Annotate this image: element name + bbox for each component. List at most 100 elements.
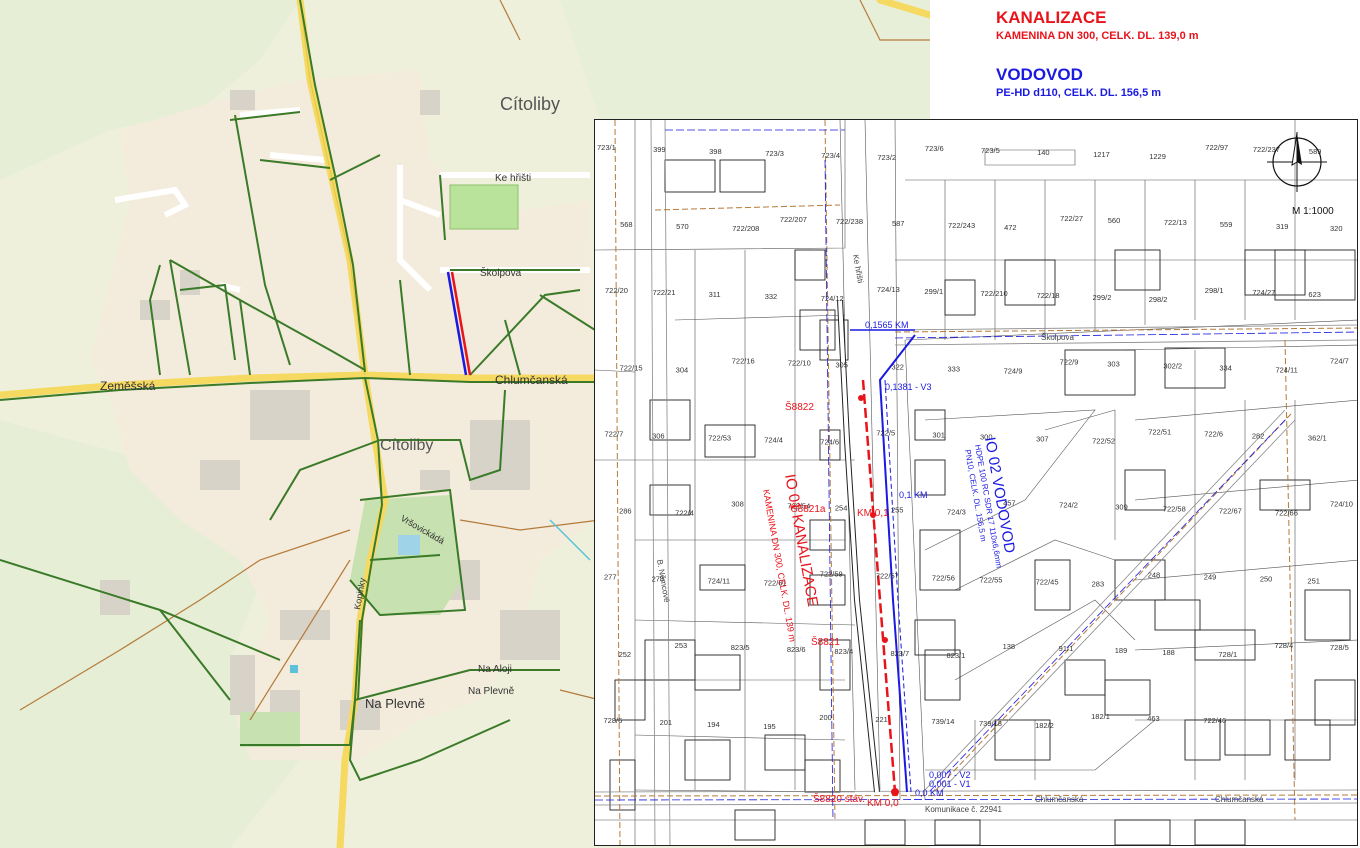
parcel-number: 722/10 xyxy=(788,358,811,367)
parcel-number: 723/1 xyxy=(597,143,616,152)
parcel-number: 334 xyxy=(1219,363,1232,372)
street-label: Na Aloji xyxy=(478,664,512,675)
parcel-number: 322 xyxy=(891,362,904,371)
parcel-number: 463 xyxy=(1147,714,1160,723)
parcel-number: 722/27 xyxy=(1060,214,1083,223)
parcel-number: 823/4 xyxy=(834,647,853,656)
parcel-number: 724/11 xyxy=(708,577,730,586)
street-label: Na Plevně xyxy=(468,686,515,697)
street-label: Zeměšská xyxy=(100,379,156,393)
parcel-number: 723/5 xyxy=(981,146,1000,155)
parcel-number: 724/4 xyxy=(764,435,783,444)
parcel-number: 299/2 xyxy=(1093,293,1112,302)
town-label-center: Cítoliby xyxy=(380,437,433,454)
parcel-number: 722/7 xyxy=(605,429,624,438)
parcel-number: 570 xyxy=(676,222,689,231)
parcel-number: 138 xyxy=(1003,642,1016,651)
parcel-number: 722/210 xyxy=(981,289,1008,298)
water-point-label: 0,1381 - V3 xyxy=(885,382,932,392)
parcel-number: 301 xyxy=(932,430,945,439)
parcel-number: 195 xyxy=(763,722,776,731)
sewer-point-label: Š8820 stáv. xyxy=(813,792,865,805)
sewer-legend-spec: KAMENINA DN 300, CELK. DL. 139,0 m xyxy=(996,30,1199,42)
parcel-number: 308 xyxy=(731,500,744,509)
parcel-number: 311 xyxy=(709,290,721,299)
parcel-number: 722/51 xyxy=(1148,427,1171,436)
parcel-number: 723/2 xyxy=(877,153,896,162)
parcel-number: 739/18 xyxy=(979,719,1002,728)
parcel-number: 724/11 xyxy=(1275,365,1297,374)
parcel-number: 823/1 xyxy=(947,651,966,660)
parcel-number: 724/3 xyxy=(947,508,966,517)
parcel-number: 723/6 xyxy=(925,144,944,153)
parcel-number: 1217 xyxy=(1093,150,1110,159)
parcel-number: 722/6 xyxy=(1204,429,1223,438)
parcel-number: 587 xyxy=(892,219,905,228)
street-label: Na Plevně xyxy=(365,696,425,711)
detail-map[interactable]: 723/1 399 398 723/3 723/4 723/2 723/6 723/5 140 1… xyxy=(594,119,1358,846)
street-label: Chlumčanská xyxy=(1215,795,1264,804)
parcel-number: 823/7 xyxy=(890,649,909,658)
parcel-number: 140 xyxy=(1037,148,1050,157)
parcel-number: 722/97 xyxy=(1205,143,1228,152)
parcel-number: 251 xyxy=(1307,577,1320,586)
parcel-number: 254 xyxy=(835,504,848,513)
parcel-number: 1229 xyxy=(1149,152,1166,161)
water-legend-spec: PE-HD d110, CELK. DL. 156,5 m xyxy=(996,87,1162,99)
sewer-point-label: KM 0,1 xyxy=(857,508,889,519)
parcel-number: 194 xyxy=(707,720,720,729)
parcel-number: 722/13 xyxy=(1164,218,1187,227)
parcel-number: 182/2 xyxy=(1035,721,1054,730)
parcel-number: 282 xyxy=(1252,431,1265,440)
parcel-number: 189 xyxy=(1115,646,1128,655)
parcel-number: 283 xyxy=(1092,580,1105,589)
parcel-number: 319 xyxy=(1276,222,1289,231)
parcel-number: 728/1 xyxy=(1218,650,1237,659)
parcel-number: 201 xyxy=(660,718,673,727)
parcel-number: 722/243 xyxy=(948,221,975,230)
parcel-number: 298/2 xyxy=(1149,295,1168,304)
parcel-number: 722/45 xyxy=(1036,578,1059,587)
parcel-number: 307 xyxy=(1036,434,1049,443)
parcel-number: 724/6 xyxy=(820,437,839,446)
parcel-number: 722/59 xyxy=(820,570,843,579)
parcel-number: 252 xyxy=(619,650,632,659)
parcel-number: 728/4 xyxy=(1274,641,1293,650)
parcel-number: 724/27 xyxy=(1252,288,1275,297)
parcel-number: 722/208 xyxy=(732,224,759,233)
parcel-number: 182/1 xyxy=(1091,712,1110,721)
park-area xyxy=(240,712,300,747)
street-label: Školpova xyxy=(1041,333,1074,342)
parcel-number: 722/5 xyxy=(876,428,895,437)
parcel-number: 332 xyxy=(765,292,778,301)
parcel-number: 277 xyxy=(604,573,617,582)
parcel-number: 398 xyxy=(709,147,722,156)
parcel-number: 722/66 xyxy=(1275,509,1298,518)
water-point-label: 0,0 KM xyxy=(915,788,944,798)
parcel-number: 722/207 xyxy=(780,215,807,224)
parcel-number: 722/238 xyxy=(836,217,863,226)
sewer-point-label: KM 0,0 xyxy=(867,798,899,809)
parcel-number: 303 xyxy=(1107,359,1120,368)
parcel-number: 723/4 xyxy=(821,151,840,160)
town-label-north: Cítoliby xyxy=(500,94,560,114)
parcel-number: 399 xyxy=(653,145,666,154)
scale-label: M 1:1000 xyxy=(1292,206,1334,217)
parcel-number: 253 xyxy=(675,641,688,650)
parcel-number: 823/6 xyxy=(787,645,806,654)
parcel-number: 722/58 xyxy=(1163,505,1186,514)
parcel-number: 722/46 xyxy=(1203,716,1226,725)
parcel-number: 722/4 xyxy=(675,509,694,518)
parcel-number: 723/3 xyxy=(765,149,784,158)
parcel-number: 304 xyxy=(676,365,689,374)
street-label: Ke hřišti xyxy=(495,173,531,184)
parcel-number: 722/9 xyxy=(1060,357,1079,366)
parcel-number: 724/12 xyxy=(821,294,844,303)
water-point-label: 0,1565 KM xyxy=(865,320,909,330)
sewer-point-label: Š8822 xyxy=(785,400,814,413)
parcel-number: 309 xyxy=(1115,503,1128,512)
parcel-number: 306 xyxy=(652,431,665,440)
street-label: Komunikace č. 22941 xyxy=(925,805,1002,814)
parcel-number: 722/16 xyxy=(732,356,755,365)
parcel-number: 724/9 xyxy=(1004,366,1023,375)
